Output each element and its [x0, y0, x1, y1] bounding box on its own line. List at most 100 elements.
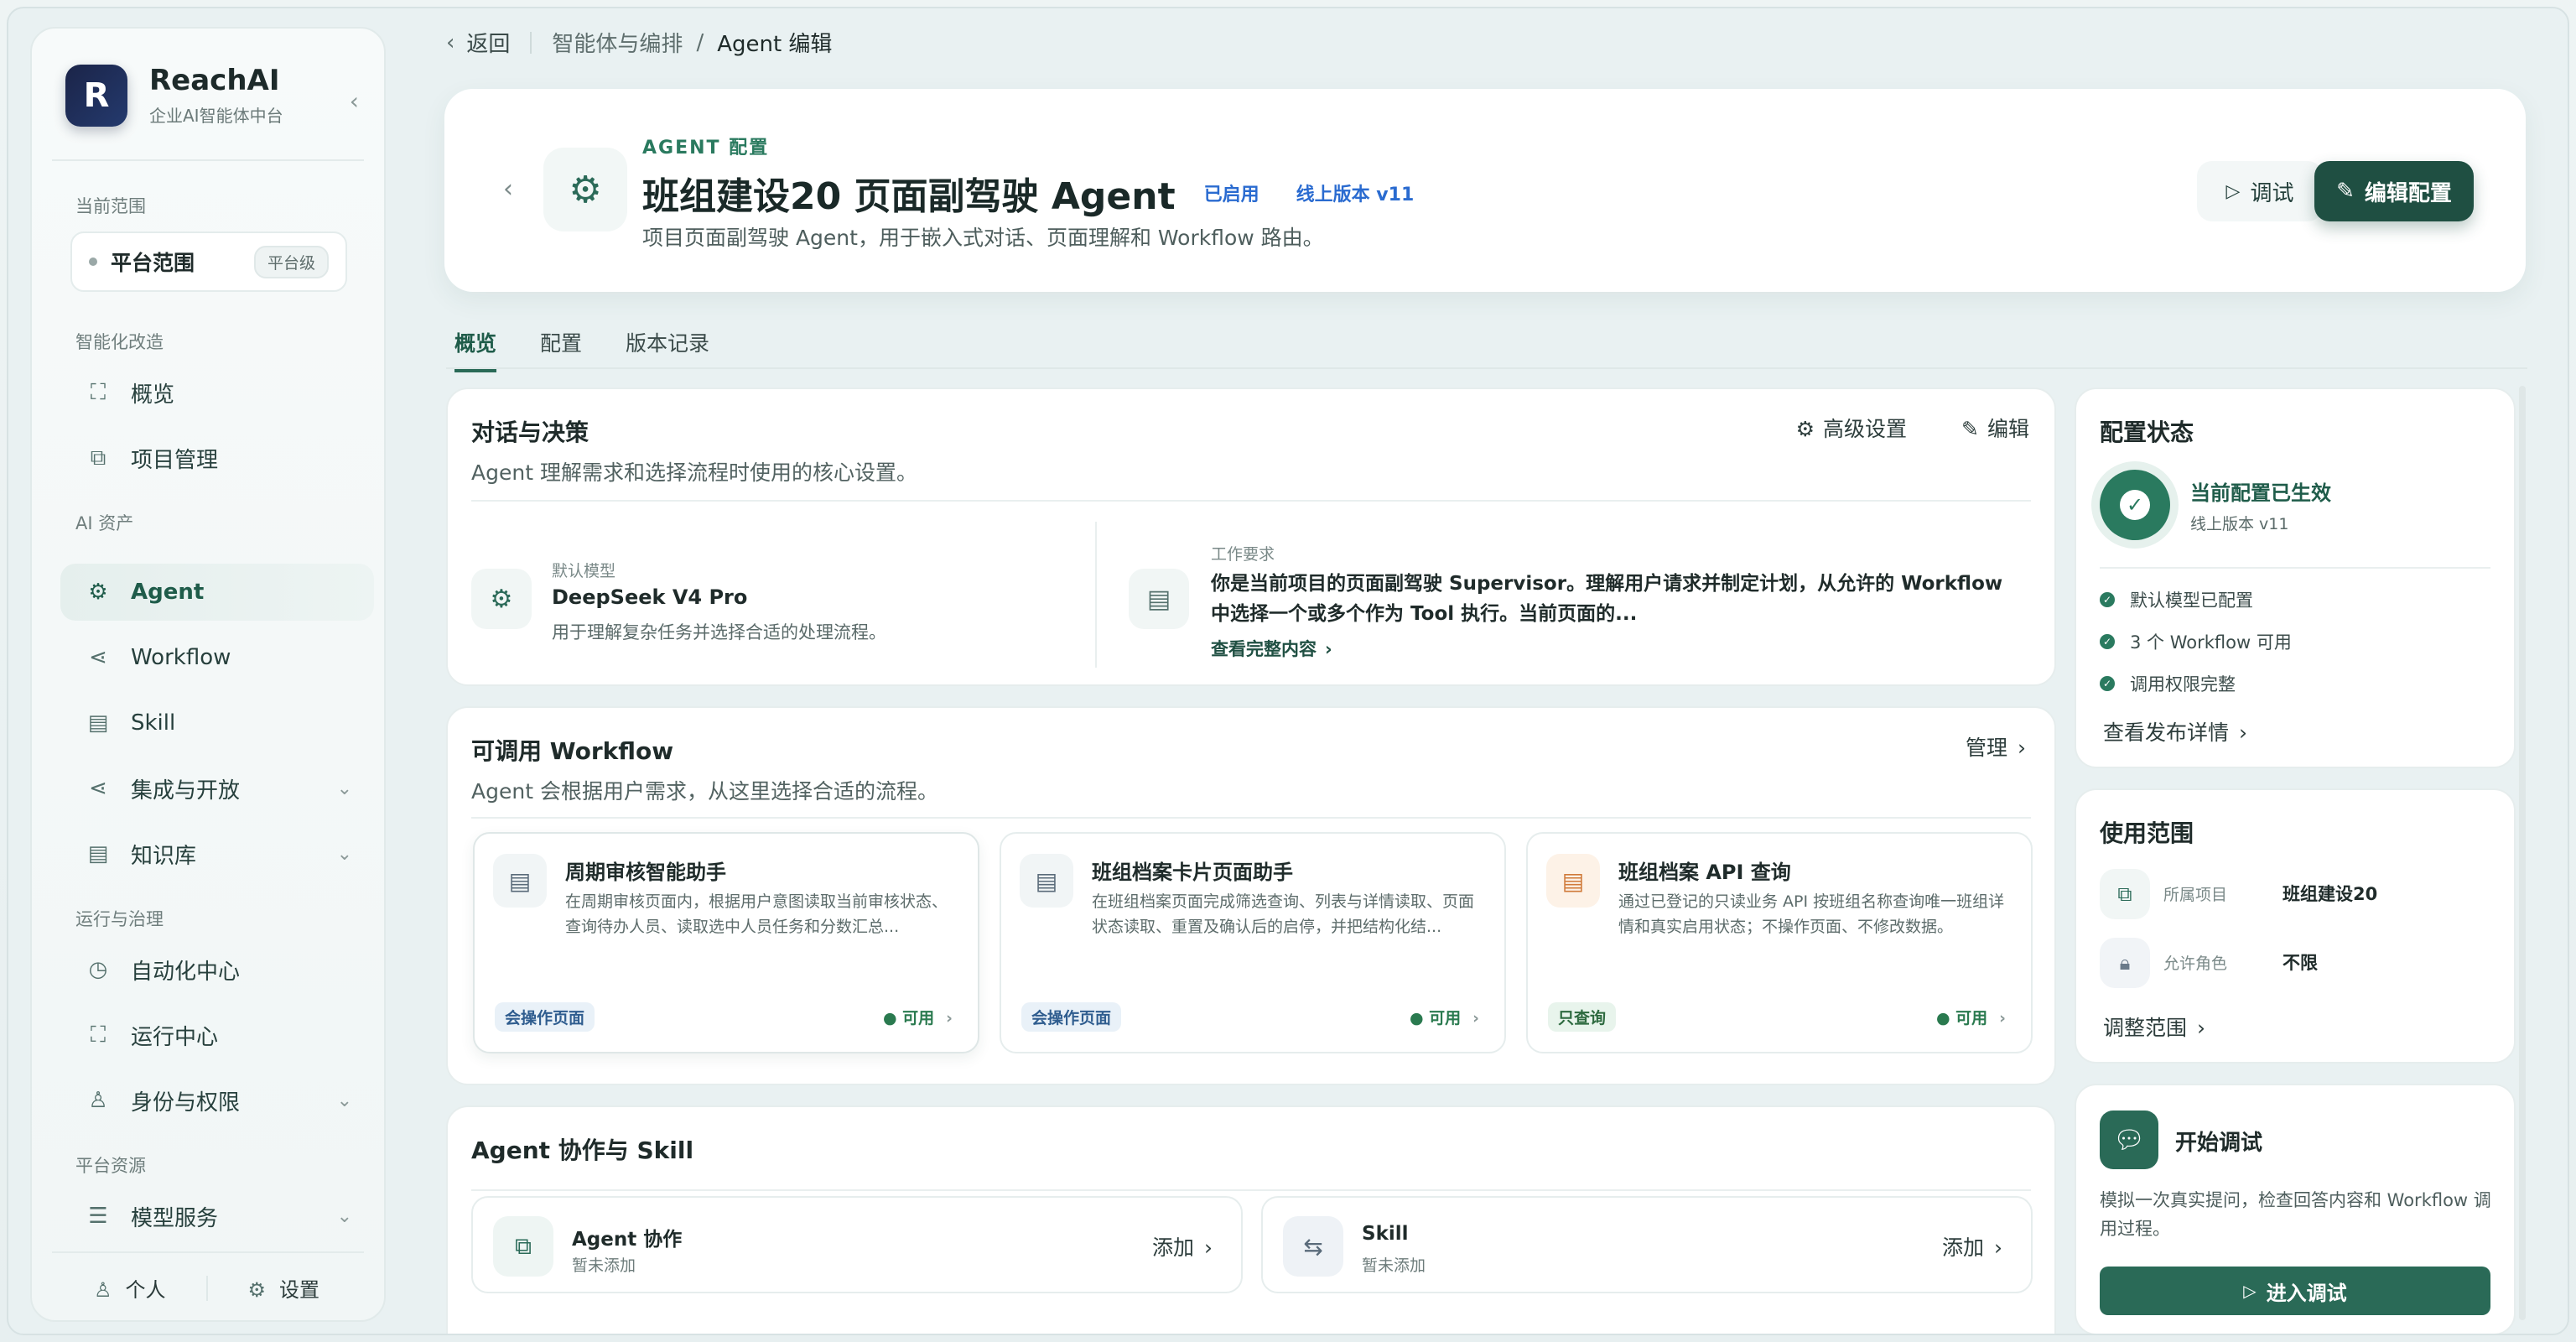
- advanced-settings-button[interactable]: ⚙ 高级设置: [1796, 413, 1907, 443]
- status-badge: ● 可用 ›: [882, 1009, 953, 1027]
- play-icon: ▷: [2243, 1281, 2257, 1301]
- chip-icon: ⚙: [543, 148, 627, 231]
- back-chevron-icon[interactable]: ‹: [503, 174, 513, 204]
- divider: [1095, 522, 1097, 668]
- personal-button[interactable]: ♙ 个人: [94, 1273, 166, 1303]
- document-icon: ▤: [1020, 854, 1073, 908]
- divider: [2100, 567, 2490, 569]
- reachai-logo: R: [65, 64, 127, 127]
- add-agent-button[interactable]: 添加 ›: [1152, 1231, 1213, 1261]
- document-icon: ▤: [493, 854, 547, 908]
- workflow-item[interactable]: ▤ 班组档案 API 查询 通过已登记的只读业务 API 按班组名称查询唯一班组…: [1526, 832, 2033, 1053]
- adjust-scope-link[interactable]: 调整范围 ›: [2103, 1012, 2205, 1042]
- sidebar-item-knowledge[interactable]: ▤ 知识库 ⌄: [60, 825, 374, 882]
- chevron-right-icon: ›: [946, 1009, 953, 1027]
- panel-title: 使用范围: [2100, 819, 2194, 847]
- skill-item: ⇆ Skill 暂未添加 添加 ›: [1261, 1196, 2033, 1293]
- pencil-icon: ✎: [1961, 417, 1979, 441]
- tab-config[interactable]: 配置: [540, 327, 582, 372]
- sidebar-item-integration[interactable]: ⋖ 集成与开放 ⌄: [60, 760, 374, 817]
- manage-button[interactable]: 管理 ›: [1966, 731, 2026, 762]
- header-kicker: AGENT 配置: [642, 138, 770, 159]
- play-icon: ▷: [2225, 180, 2241, 202]
- brand-name: ReachAI: [149, 64, 280, 97]
- sidebar-item-agent[interactable]: ⚙ Agent: [60, 564, 374, 621]
- header-description: 项目页面副驾驶 Agent，用于嵌入式对话、页面理解和 Workflow 路由。: [642, 226, 1324, 250]
- view-full-link[interactable]: 查看完整内容 ›: [1211, 636, 1332, 661]
- agent-collab-item: ⧉ Agent 协作 暂未添加 添加 ›: [471, 1196, 1243, 1293]
- config-state: 当前配置已生效: [2190, 481, 2331, 505]
- presentation-icon: ⛶: [90, 1022, 106, 1048]
- breadcrumb-parent[interactable]: 智能体与编排: [552, 27, 683, 58]
- sidebar: R ReachAI 企业AI智能体中台 ‹ 当前范围 平台范围 平台级 智能化改…: [30, 27, 386, 1322]
- edit-config-button[interactable]: ✎ 编辑配置: [2314, 161, 2474, 221]
- role-value: 不限: [2283, 953, 2318, 973]
- scrollbar[interactable]: [2519, 386, 2526, 1320]
- sidebar-item-overview[interactable]: ⛶ 概览: [60, 364, 374, 421]
- back-chevron-icon[interactable]: ‹: [446, 30, 454, 55]
- gear-icon: ⚙: [247, 1278, 267, 1302]
- back-link[interactable]: 返回: [466, 27, 510, 58]
- page-title: 班组建设20 页面副驾驶 Agent: [642, 175, 1176, 218]
- workflow-title: 周期审核智能助手: [565, 861, 726, 884]
- nav-group-heading: AI 资产: [75, 513, 134, 533]
- lock-icon: 🔒︎: [2100, 938, 2150, 988]
- chain-icon: ⧉: [493, 1216, 553, 1277]
- debug-description: 模拟一次真实提问，检查回答内容和 Workflow 调用过程。: [2100, 1190, 2491, 1239]
- enter-debug-button[interactable]: ▷ 进入调试: [2100, 1267, 2490, 1315]
- check-item: ✓ 调用权限完整: [2100, 671, 2236, 696]
- view-release-link[interactable]: 查看发布详情 ›: [2103, 716, 2247, 746]
- document-icon: ▤: [1129, 569, 1189, 629]
- tab-versions[interactable]: 版本记录: [626, 327, 709, 372]
- chevron-down-icon: ⌄: [336, 843, 352, 865]
- sidebar-item-automation[interactable]: ◷ 自动化中心: [60, 941, 374, 998]
- brand: R ReachAI 企业AI智能体中台: [65, 64, 283, 127]
- project-label: 所属项目: [2163, 886, 2228, 904]
- breadcrumb-separator: /: [696, 29, 704, 55]
- tab-overview[interactable]: 概览: [454, 327, 497, 372]
- model-name: DeepSeek V4 Pro: [552, 585, 748, 609]
- divider: [471, 1189, 2031, 1191]
- sidebar-item-runtime[interactable]: ⛶ 运行中心: [60, 1006, 374, 1064]
- usage-scope-panel: 使用范围 ⧉ 所属项目 班组建设20 🔒︎ 允许角色 不限 调整范围 ›: [2075, 788, 2516, 1064]
- database-icon: ☰: [88, 1204, 108, 1229]
- scope-heading: 当前范围: [75, 196, 146, 216]
- workflow-tag: 会操作页面: [495, 1002, 595, 1032]
- scope-level-badge: 平台级: [253, 245, 329, 278]
- panel-title: 开始调试: [2175, 1131, 2263, 1156]
- sidebar-item-models[interactable]: ☰ 模型服务 ⌄: [60, 1188, 374, 1245]
- check-item: ✓ 默认模型已配置: [2100, 587, 2253, 612]
- sidebar-item-workflow[interactable]: ⋖ Workflow: [60, 629, 374, 686]
- debug-button[interactable]: ▷ 调试: [2197, 161, 2323, 221]
- sidebar-item-skill[interactable]: ▤ Skill: [60, 694, 374, 752]
- workflow-description: 在周期审核页面内，根据用户意图读取当前审核状态、查询待办人员、读取选中人员任务和…: [565, 892, 948, 936]
- edit-button[interactable]: ✎ 编辑: [1961, 413, 2029, 443]
- scope-dot-icon: [89, 257, 97, 266]
- status-badge: ● 可用 ›: [1935, 1009, 2006, 1027]
- chevron-down-icon: ⌄: [336, 778, 352, 799]
- sidebar-item-projects[interactable]: ⧉ 项目管理: [60, 429, 374, 486]
- timer-icon: ◷: [88, 957, 108, 982]
- chevron-right-icon: ›: [1994, 1235, 2002, 1260]
- check-icon: ✓: [2100, 676, 2115, 691]
- chevron-right-icon: ›: [1999, 1009, 2006, 1027]
- workflow-title: 班组档案 API 查询: [1618, 861, 1791, 884]
- collab-title: Agent 协作: [572, 1229, 683, 1251]
- collapse-sidebar-icon[interactable]: ‹: [350, 87, 359, 115]
- chevron-right-icon: ›: [1325, 639, 1332, 659]
- book-icon: ▤: [87, 710, 109, 736]
- version-badge: 线上版本 v11: [1296, 185, 1415, 205]
- chevron-right-icon: ›: [1204, 1235, 1213, 1260]
- workflow-item[interactable]: ▤ 周期审核智能助手 在周期审核页面内，根据用户意图读取当前审核状态、查询待办人…: [473, 832, 979, 1053]
- nav-group-heading: 运行与治理: [75, 909, 164, 929]
- chain-icon: ⧉: [90, 445, 106, 471]
- pencil-icon: ✎: [2336, 179, 2355, 204]
- model-description: 用于理解复杂任务并选择合适的处理流程。: [552, 622, 886, 642]
- start-debug-panel: 💬︎ 开始调试 模拟一次真实提问，检查回答内容和 Workflow 调用过程。 …: [2075, 1084, 2516, 1334]
- divider: [471, 500, 2031, 502]
- settings-button[interactable]: ⚙ 设置: [248, 1273, 320, 1303]
- scope-selector[interactable]: 平台范围 平台级: [70, 231, 347, 292]
- workflow-item[interactable]: ▤ 班组档案卡片页面助手 在班组档案页面完成筛选查询、列表与详情读取、页面状态读…: [1000, 832, 1506, 1053]
- add-skill-button[interactable]: 添加 ›: [1942, 1231, 2002, 1261]
- sidebar-item-identity[interactable]: ♙ 身份与权限 ⌄: [60, 1072, 374, 1129]
